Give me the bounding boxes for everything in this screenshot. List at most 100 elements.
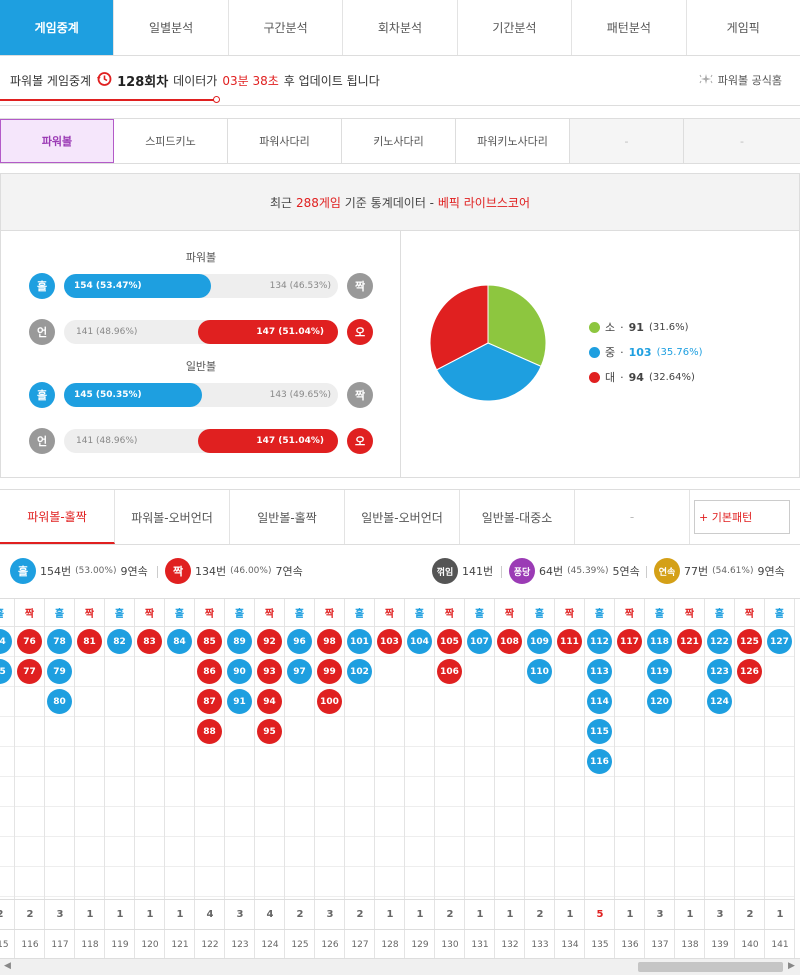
pattern-ball: 94 — [257, 689, 282, 714]
pattern-cell: 76 — [15, 627, 44, 657]
pattern-column-header: 홀 — [345, 599, 374, 627]
pattern-tab-nb-overunder[interactable]: 일반볼-오버언더 — [345, 490, 460, 544]
pattern-cell — [375, 837, 404, 867]
main-tabs: 게임중계 일별분석 구간분석 회차분석 기간분석 패턴분석 게임픽 — [0, 0, 800, 56]
pattern-tab-pb-oddeven[interactable]: 파워볼-홀짝 — [0, 490, 115, 544]
info-suffix: 후 업데이트 됩니다 — [283, 74, 380, 88]
round-number: 120 — [135, 929, 165, 958]
tab-daily[interactable]: 일별분석 — [114, 0, 229, 55]
pattern-tab-pb-overunder[interactable]: 파워볼-오버언더 — [115, 490, 230, 544]
pattern-column-header: 홀 — [45, 599, 74, 627]
basic-pattern-button[interactable]: + 기본패턴 — [694, 500, 790, 534]
pattern-cell — [75, 687, 104, 717]
pattern-cell — [345, 867, 374, 897]
stat-bar-fill: 147 (51.04%) — [198, 320, 338, 344]
pattern-cell — [255, 807, 284, 837]
pattern-cell — [135, 657, 164, 687]
round-number: 133 — [525, 929, 555, 958]
pattern-column: 짝 103 1 128 — [375, 599, 405, 958]
pattern-cell — [135, 807, 164, 837]
pattern-cell — [405, 747, 434, 777]
pattern-cell: 112 — [585, 627, 614, 657]
game-tab-empty-1: - — [570, 119, 684, 163]
game-tab-powerkenoladder[interactable]: 파워키노사다리 — [456, 119, 570, 163]
pattern-cell — [735, 777, 764, 807]
game-tab-powerball[interactable]: 파워볼 — [0, 119, 114, 163]
pattern-cell: 120 — [645, 687, 674, 717]
pattern-ball: 76 — [17, 629, 42, 654]
info-prefix: 파워볼 게임중계 — [10, 74, 92, 88]
pattern-cell — [525, 867, 554, 897]
pattern-cell — [525, 807, 554, 837]
odd-icon: 홀 — [10, 558, 36, 584]
pattern-cell — [195, 837, 224, 867]
pattern-cell — [705, 747, 734, 777]
pattern-cell: 87 — [195, 687, 224, 717]
pattern-cell — [15, 687, 44, 717]
pattern-cell — [105, 777, 134, 807]
pattern-ball: 85 — [197, 629, 222, 654]
pattern-ball: 127 — [767, 629, 792, 654]
legend-pct: (35.76%) — [656, 346, 703, 358]
official-home-link[interactable]: 파워볼 공식홈 — [698, 72, 782, 88]
tab-live[interactable]: 게임중계 — [0, 0, 115, 55]
scroll-left-icon[interactable]: ◀ — [4, 961, 11, 971]
streak-count: 1 — [165, 899, 195, 929]
pattern-ball: 119 — [647, 659, 672, 684]
stats-bars: 파워볼 홀 154 (53.47%) 134 (46.53%) 짝 언 141 (48.96… — [1, 231, 401, 477]
pattern-column-header: 짝 — [375, 599, 404, 627]
tab-period[interactable]: 기간분석 — [457, 0, 573, 55]
pattern-ball: 110 — [527, 659, 552, 684]
tab-pick[interactable]: 게임픽 — [686, 0, 800, 55]
tab-section[interactable]: 구간분석 — [228, 0, 344, 55]
pattern-cell — [15, 717, 44, 747]
pattern-ball: 95 — [257, 719, 282, 744]
tab-pattern[interactable]: 패턴분석 — [572, 0, 687, 55]
pattern-cell — [195, 867, 224, 897]
tab-round[interactable]: 회차분석 — [343, 0, 458, 55]
round-number: 116 — [15, 929, 45, 958]
pattern-cell — [495, 777, 524, 807]
pattern-cell — [645, 837, 674, 867]
pattern-cell: 106 — [435, 657, 464, 687]
pattern-cell: 125 — [735, 627, 764, 657]
pattern-cell — [555, 777, 584, 807]
game-tab-powerladder[interactable]: 파워사다리 — [228, 119, 342, 163]
pattern-column-header: 짝 — [435, 599, 464, 627]
streak-count: 1 — [375, 899, 405, 929]
pattern-cell — [285, 777, 314, 807]
pattern-ball: 126 — [737, 659, 762, 684]
pattern-cell — [405, 807, 434, 837]
pattern-cell: 101 — [345, 627, 374, 657]
round-number: 127 — [345, 929, 375, 958]
pattern-cell — [75, 657, 104, 687]
game-tab-kenoladder[interactable]: 키노사다리 — [342, 119, 456, 163]
scrollbar-thumb[interactable] — [638, 962, 783, 972]
pattern-cell: 99 — [315, 657, 344, 687]
pattern-tabs: 파워볼-홀짝 파워볼-오버언더 일반볼-홀짝 일반볼-오버언더 일반볼-대중소 … — [0, 489, 800, 545]
pattern-ball: 77 — [17, 659, 42, 684]
pattern-cell: 110 — [525, 657, 554, 687]
streak-count: 1 — [405, 899, 435, 929]
pattern-cell — [465, 777, 494, 807]
pattern-cell — [705, 837, 734, 867]
pattern-column: 홀 109 110 2 133 — [525, 599, 555, 958]
game-tab-speedkeno[interactable]: 스피드키노 — [114, 119, 228, 163]
pattern-cell: 77 — [15, 657, 44, 687]
pattern-cell — [405, 687, 434, 717]
pattern-column: 홀 127 1 141 — [765, 599, 795, 958]
pattern-cell — [285, 807, 314, 837]
pattern-tab-nb-size[interactable]: 일반볼-대중소 — [460, 490, 575, 544]
streak-count: 2 — [435, 899, 465, 929]
stat-bar-fill: 147 (51.04%) — [198, 429, 338, 453]
pattern-tab-nb-oddeven[interactable]: 일반볼-홀짝 — [230, 490, 345, 544]
pattern-cell — [435, 807, 464, 837]
scroll-right-icon[interactable]: ▶ — [788, 961, 795, 971]
round-number: 132 — [495, 929, 525, 958]
pattern-cell — [615, 687, 644, 717]
pattern-cell — [765, 657, 794, 687]
horizontal-scrollbar[interactable]: ◀ ▶ — [0, 958, 800, 975]
stat-right-icon: 오 — [347, 428, 373, 454]
pattern-ball: 87 — [197, 689, 222, 714]
pattern-cell — [345, 807, 374, 837]
